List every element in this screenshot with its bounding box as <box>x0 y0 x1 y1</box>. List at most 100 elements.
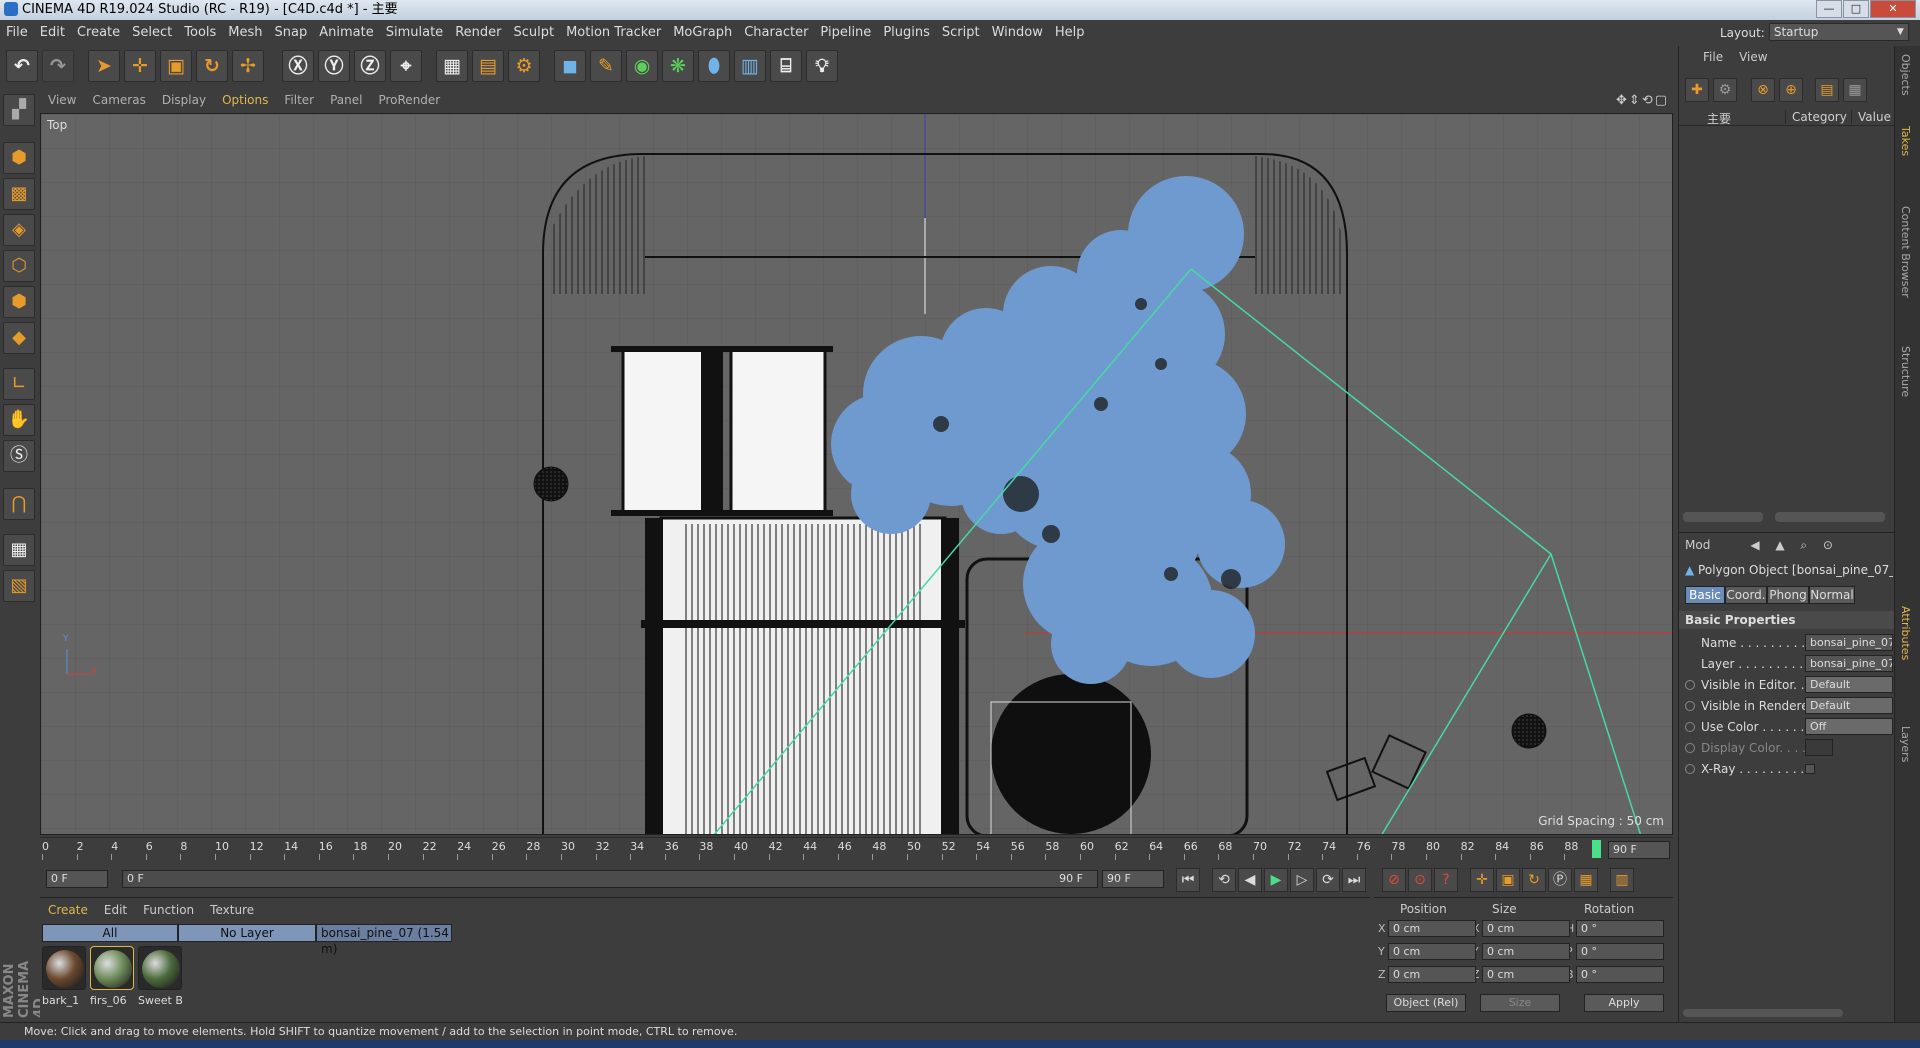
side-tab-takes[interactable]: Takes <box>1899 126 1912 156</box>
scale-icon[interactable]: ▣ <box>160 50 192 82</box>
menu-help[interactable]: Help <box>1049 20 1091 46</box>
menu-animate[interactable]: Animate <box>313 20 379 46</box>
attr-scrollbar[interactable] <box>1683 1009 1843 1017</box>
property-radio[interactable] <box>1685 764 1695 774</box>
apply-button[interactable]: Apply <box>1584 994 1664 1012</box>
axis-mode-icon[interactable]: ∟ <box>3 368 35 400</box>
maximize-button[interactable]: □ <box>1843 0 1869 18</box>
pen-spline-icon[interactable]: ✎ <box>590 50 622 82</box>
subdivision-icon[interactable]: ◉ <box>626 50 658 82</box>
take-auto-icon[interactable]: ⊕ <box>1779 78 1803 102</box>
size-field[interactable]: 0 cm <box>1482 966 1570 983</box>
material-swatch[interactable] <box>42 946 86 990</box>
obj-scrollbar-right[interactable] <box>1775 512 1885 522</box>
menu-plugins[interactable]: Plugins <box>877 20 936 46</box>
tab-normal[interactable]: Normal <box>1809 586 1855 604</box>
redo-icon[interactable]: ↷ <box>42 50 74 82</box>
menu-script[interactable]: Script <box>936 20 986 46</box>
texture-mode-icon[interactable]: ▩ <box>3 178 35 210</box>
material-swatch[interactable] <box>138 946 182 990</box>
property-value[interactable]: Off <box>1805 718 1893 735</box>
camera-icon[interactable]: ⌸ <box>770 50 802 82</box>
side-tab-attributes[interactable]: Attributes <box>1899 606 1912 660</box>
mode-menu[interactable]: Mod <box>1685 538 1710 552</box>
make-editable-icon[interactable]: ▞ <box>3 94 35 126</box>
prev-key-icon[interactable]: ⟲ <box>1212 868 1236 892</box>
viewport-menu-display[interactable]: Display <box>154 88 214 113</box>
obj-menu-file[interactable]: File <box>1703 50 1723 64</box>
viewport-menu-cameras[interactable]: Cameras <box>84 88 153 113</box>
property-value[interactable]: Default <box>1805 676 1893 693</box>
tab-phong[interactable]: Phong <box>1767 586 1809 604</box>
go-to-end-icon[interactable]: ⏭ <box>1342 868 1366 892</box>
property-value[interactable] <box>1805 739 1833 756</box>
menu-render[interactable]: Render <box>449 20 507 46</box>
timeline-playhead[interactable] <box>1592 840 1601 858</box>
property-radio[interactable] <box>1685 680 1695 690</box>
material-menu-function[interactable]: Function <box>135 898 202 922</box>
auto-key-icon[interactable]: ⊙ <box>1408 868 1432 892</box>
menu-pipeline[interactable]: Pipeline <box>814 20 877 46</box>
record-icon[interactable]: ⊘ <box>1382 868 1406 892</box>
side-tab-content-browser[interactable]: Content Browser <box>1899 206 1912 298</box>
prev-frame-icon[interactable]: ◀ <box>1238 868 1262 892</box>
key-position-icon[interactable]: ✛ <box>1470 868 1494 892</box>
light-icon[interactable]: 💡︎ <box>806 50 838 82</box>
side-tab-layers[interactable]: Layers <box>1899 726 1912 762</box>
material-menu-texture[interactable]: Texture <box>202 898 262 922</box>
property-radio[interactable] <box>1685 722 1695 732</box>
workplane-icon[interactable]: ◈ <box>3 214 35 246</box>
side-tab-structure[interactable]: Structure <box>1899 346 1912 397</box>
viewport-menu-options[interactable]: Options <box>214 88 276 113</box>
take-render-icon[interactable]: ▤ <box>1815 78 1839 102</box>
menu-create[interactable]: Create <box>71 20 126 46</box>
menu-simulate[interactable]: Simulate <box>380 20 449 46</box>
key-pla-icon[interactable]: ▦ <box>1574 868 1598 892</box>
viewport-nav-icons[interactable]: ✥⇕⟲▢ <box>1616 88 1675 113</box>
coord-system-icon[interactable]: ⌖ <box>390 50 422 82</box>
timeline-ruler[interactable]: 0 2 4 6 8 10 12 14 16 18 20 22 24 26 28 30 32 34 36 38 40 42 4… <box>40 837 1673 861</box>
play-icon[interactable]: ▶ <box>1264 868 1288 892</box>
layer-all[interactable]: All <box>42 924 178 942</box>
mograph-cloner-icon[interactable]: ❋ <box>662 50 694 82</box>
polygons-mode-icon[interactable]: ◆ <box>3 322 35 354</box>
edges-mode-icon[interactable]: ⬢ <box>3 286 35 318</box>
key-rotation-icon[interactable]: ↻ <box>1522 868 1546 892</box>
position-field[interactable]: 0 cm <box>1388 920 1476 937</box>
render-settings-icon[interactable]: ⚙ <box>508 50 540 82</box>
property-value[interactable]: Default <box>1805 697 1893 714</box>
undo-icon[interactable]: ↶ <box>6 50 38 82</box>
position-field[interactable]: 0 cm <box>1388 943 1476 960</box>
current-frame-field[interactable]: 0 F <box>46 870 108 888</box>
property-radio[interactable] <box>1685 743 1695 753</box>
tab-basic[interactable]: Basic <box>1685 586 1725 604</box>
take-lock-icon[interactable]: ▦ <box>1843 78 1867 102</box>
solo-icon[interactable]: Ⓢ <box>3 440 35 472</box>
deformer-icon[interactable]: ⬮ <box>698 50 730 82</box>
take-override-icon[interactable]: ⊗ <box>1751 78 1775 102</box>
rotation-field[interactable]: 0 ° <box>1576 920 1664 937</box>
lock-workplane-icon[interactable]: ▦ <box>3 534 35 566</box>
obj-scrollbar-left[interactable] <box>1683 512 1763 522</box>
points-mode-icon[interactable]: ⬡ <box>3 250 35 282</box>
side-tab-objects[interactable]: Objects <box>1899 54 1912 96</box>
select-icon[interactable]: ➤ <box>88 50 120 82</box>
menu-select[interactable]: Select <box>126 20 178 46</box>
menu-file[interactable]: File <box>0 20 34 46</box>
model-mode-icon[interactable]: ⬢ <box>3 142 35 174</box>
size-field[interactable]: 0 cm <box>1482 943 1570 960</box>
next-key-icon[interactable]: ⟳ <box>1316 868 1340 892</box>
keyframe-selection-icon[interactable]: ? <box>1434 868 1458 892</box>
next-frame-icon[interactable]: ▷ <box>1290 868 1314 892</box>
size-field[interactable]: 0 cm <box>1482 920 1570 937</box>
property-radio[interactable] <box>1685 701 1695 711</box>
close-button[interactable]: ✕ <box>1870 0 1916 18</box>
viewport-menu-view[interactable]: View <box>40 88 84 113</box>
menu-mesh[interactable]: Mesh <box>222 20 268 46</box>
layout-select[interactable]: Startup <box>1768 23 1909 41</box>
snap-icon[interactable]: ⋂ <box>3 488 35 520</box>
cube-icon[interactable]: ◼ <box>554 50 586 82</box>
x-axis-icon[interactable]: Ⓧ <box>282 50 314 82</box>
rotate-icon[interactable]: ↻ <box>196 50 228 82</box>
rotation-field[interactable]: 0 ° <box>1576 943 1664 960</box>
